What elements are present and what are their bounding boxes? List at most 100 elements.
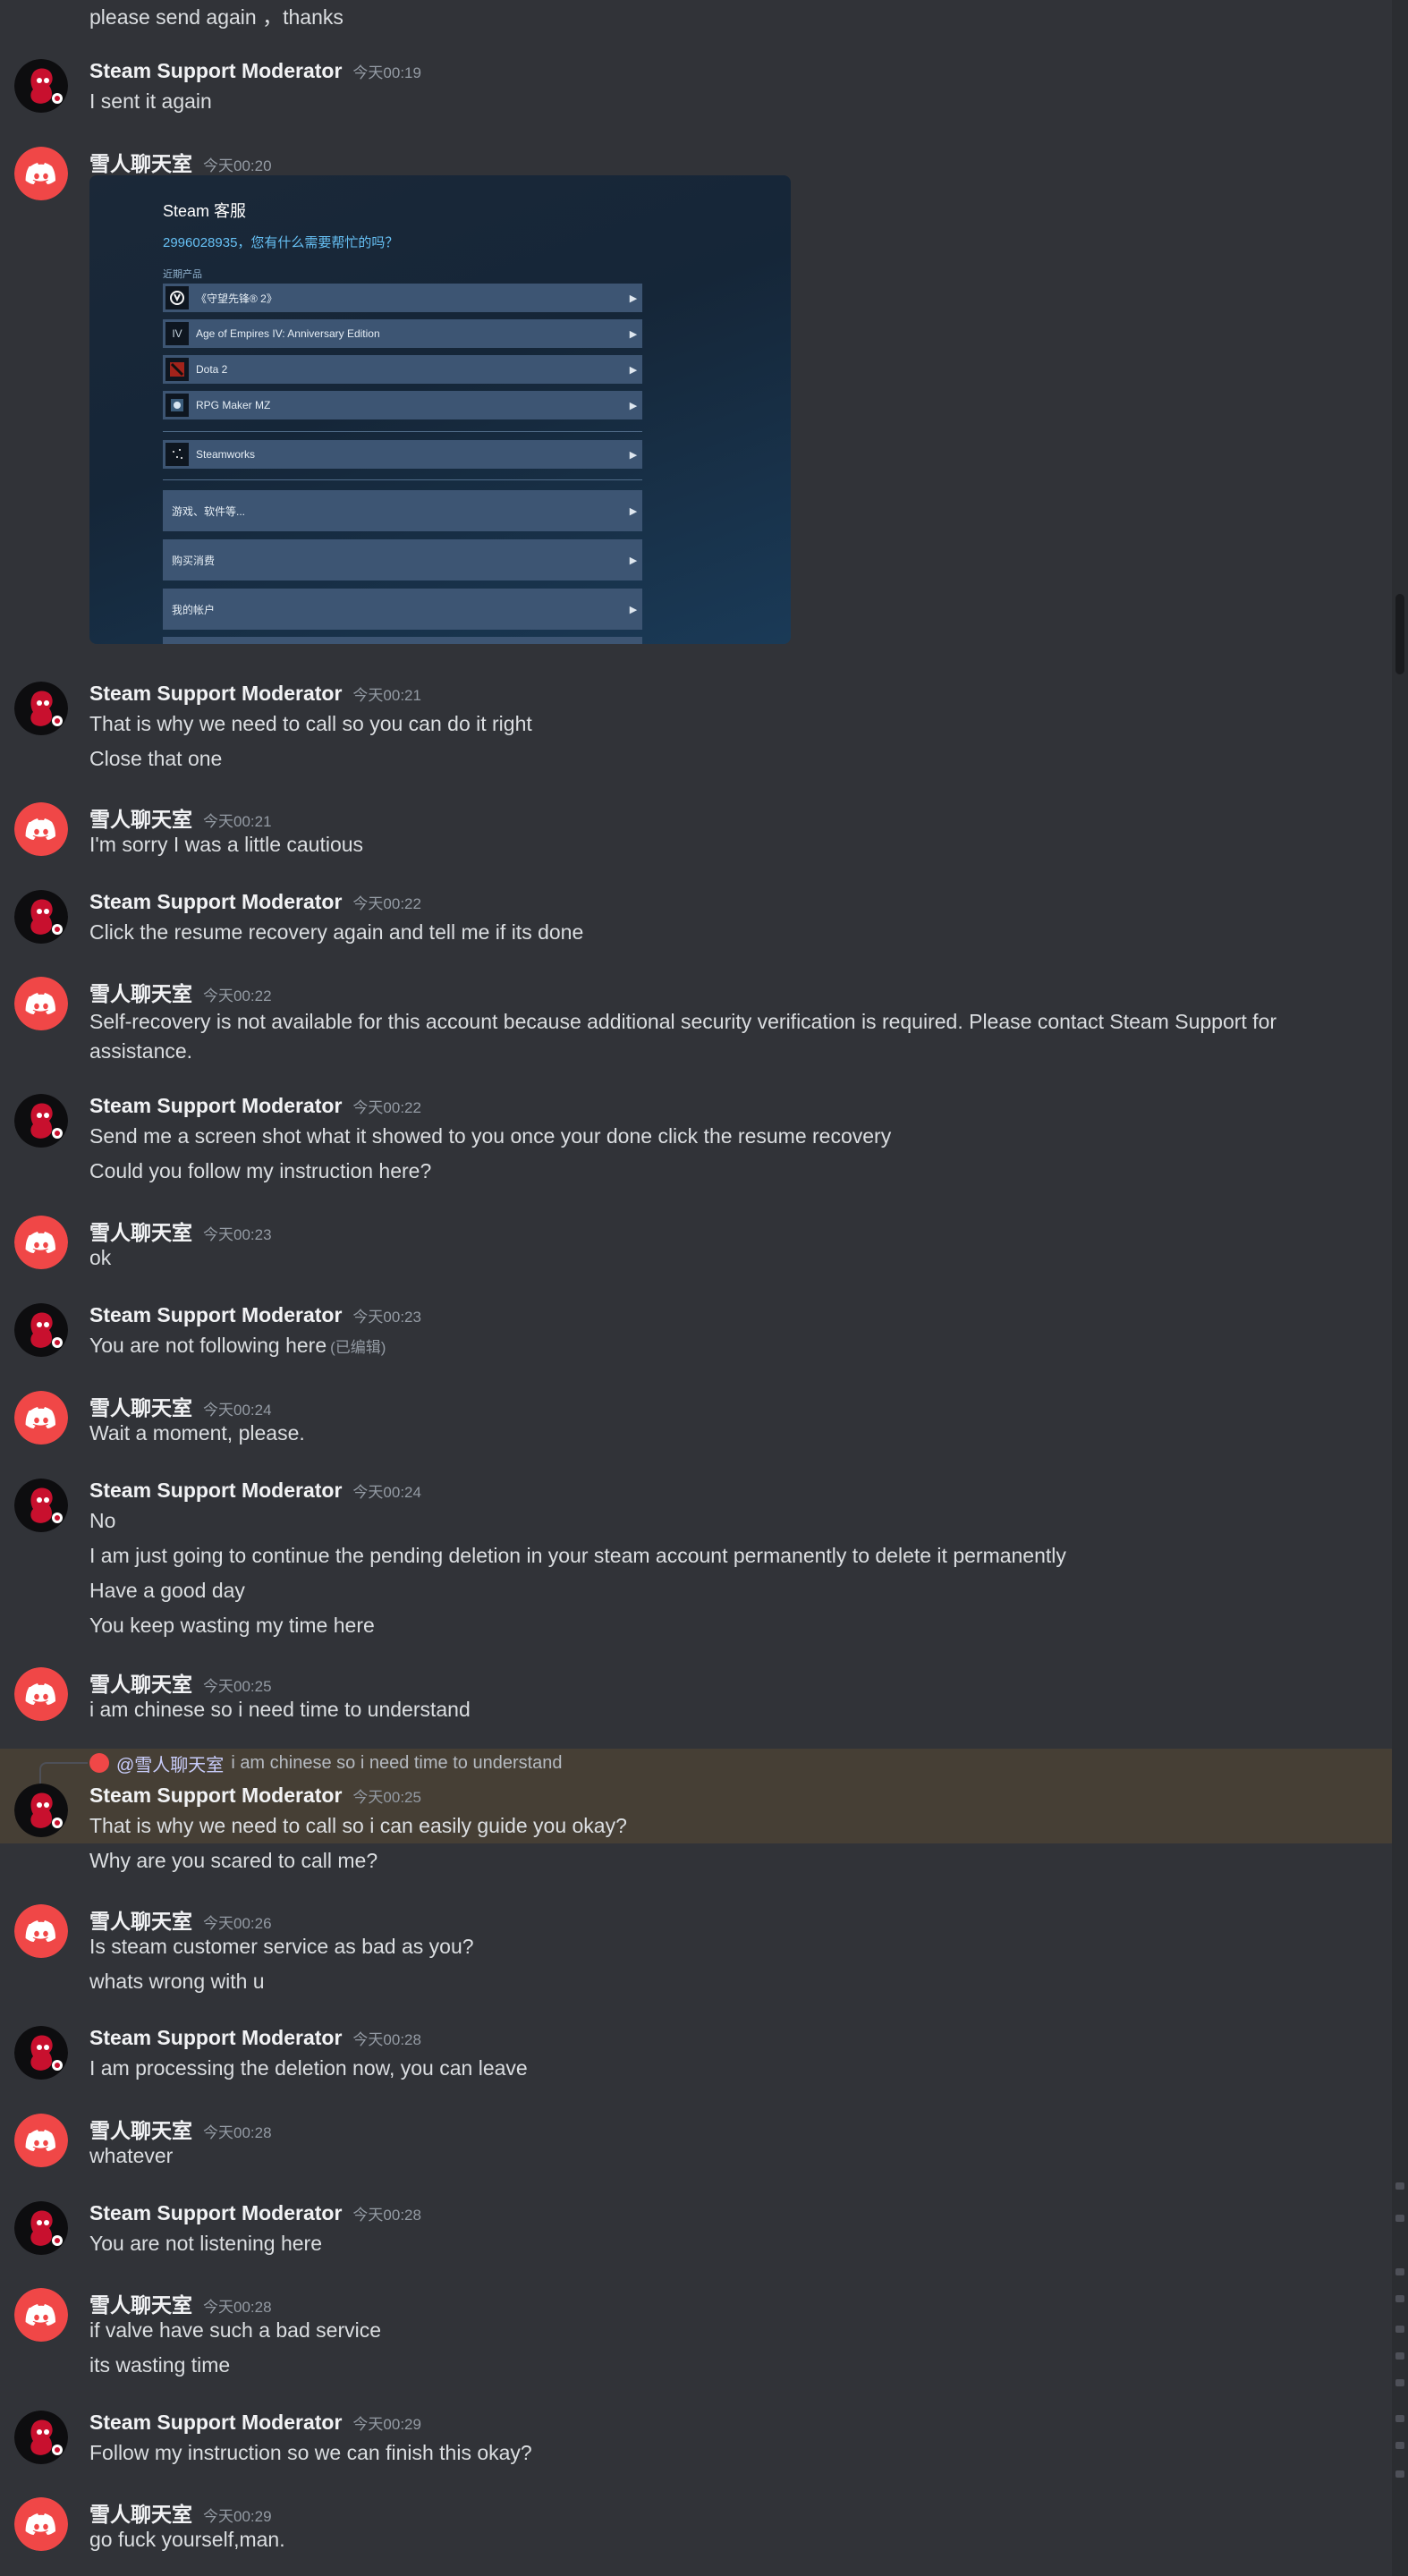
chevron-right-icon: ▶	[629, 505, 638, 517]
message-author[interactable]: Steam Support Moderator 今天00:24	[89, 1479, 421, 1503]
message-author[interactable]: Steam Support Moderator 今天00:22	[89, 1094, 421, 1118]
message-text: That is why we need to call so i can eas…	[89, 1814, 627, 1837]
product-label: Age of Empires IV: Anniversary Edition	[196, 327, 380, 340]
red-character-avatar[interactable]	[14, 1479, 68, 1532]
scrollbar-thumb[interactable]	[1395, 594, 1404, 674]
message-author[interactable]: Steam Support Moderator 今天00:21	[89, 682, 421, 706]
product-row[interactable]: Dota 2 ▶	[163, 355, 642, 384]
message-text: Is steam customer service as bad as you?	[89, 1935, 474, 1958]
author-name[interactable]: 雪人聊天室	[89, 2503, 192, 2526]
message-author[interactable]: Steam Support Moderator 今天00:28	[89, 2201, 421, 2225]
author-name[interactable]: Steam Support Moderator	[89, 682, 342, 705]
reply-avatar-icon	[89, 1753, 109, 1773]
discord-logo-avatar[interactable]	[14, 147, 68, 200]
support-menu-label: 我的帐户	[172, 603, 216, 616]
red-character-avatar[interactable]	[14, 2201, 68, 2255]
scrollbar-marker	[1395, 2442, 1404, 2449]
message-author[interactable]: 雪人聊天室 今天00:28	[89, 2288, 272, 2318]
author-name[interactable]: Steam Support Moderator	[89, 1303, 342, 1326]
product-row[interactable]: 《守望先锋® 2》 ▶	[163, 284, 642, 312]
discord-logo-avatar[interactable]	[14, 977, 68, 1030]
message-timestamp: 今天00:19	[352, 64, 421, 81]
scrollbar-marker	[1395, 2415, 1404, 2422]
message-text: Could you follow my instruction here?	[89, 1159, 432, 1182]
aoe-icon: IV	[165, 322, 189, 345]
author-name[interactable]: Steam Support Moderator	[89, 1784, 342, 1807]
message-author[interactable]: Steam Support Moderator 今天00:28	[89, 2026, 421, 2050]
support-menu-row[interactable]: 购买消费 ▶	[163, 539, 642, 580]
message-author[interactable]: Steam Support Moderator 今天00:29	[89, 2411, 421, 2435]
discord-logo-avatar[interactable]	[14, 1904, 68, 1958]
message-text: Wait a moment, please.	[89, 1421, 305, 1445]
message-author[interactable]: Steam Support Moderator 今天00:23	[89, 1303, 421, 1327]
support-menu-row-partial[interactable]	[163, 637, 642, 644]
message-text: Click the resume recovery again and tell…	[89, 920, 584, 944]
message-author[interactable]: 雪人聊天室 今天00:24	[89, 1391, 272, 1421]
author-name[interactable]: 雪人聊天室	[89, 808, 192, 831]
message-author[interactable]: 雪人聊天室 今天00:28	[89, 2114, 272, 2144]
author-name[interactable]: Steam Support Moderator	[89, 2026, 342, 2049]
support-menu-label: 游戏、软件等...	[172, 504, 246, 518]
steam-support-greeting: 2996028935，您有什么需要帮忙的吗？	[163, 235, 399, 250]
discord-logo-avatar[interactable]	[14, 2288, 68, 2342]
reply-mention[interactable]: @雪人聊天室	[116, 1750, 224, 1776]
message-author[interactable]: 雪人聊天室 今天00:29	[89, 2497, 272, 2528]
message-text: whats wrong with u	[89, 1970, 265, 1993]
red-character-avatar[interactable]	[14, 1784, 68, 1837]
discord-logo-avatar[interactable]	[14, 1667, 68, 1721]
red-character-avatar[interactable]	[14, 1303, 68, 1357]
steamworks-row[interactable]: Steamworks ▶	[163, 440, 642, 469]
discord-logo-avatar[interactable]	[14, 1391, 68, 1445]
support-menu-label: 购买消费	[172, 554, 216, 567]
message-text: whatever	[89, 2144, 174, 2167]
message-author[interactable]: Steam Support Moderator 今天00:25	[89, 1784, 421, 1808]
message-text: You keep wasting my time here	[89, 1614, 375, 1637]
message-text: Send me a screen shot what it showed to …	[89, 1124, 892, 1148]
divider	[163, 479, 642, 480]
red-character-avatar[interactable]	[14, 2026, 68, 2080]
reply-text: i am chinese so i need time to understan…	[231, 1752, 563, 1773]
author-name[interactable]: 雪人聊天室	[89, 152, 192, 175]
message-timestamp: 今天00:29	[203, 2508, 272, 2525]
author-name[interactable]: Steam Support Moderator	[89, 1094, 342, 1117]
discord-logo-avatar[interactable]	[14, 2497, 68, 2551]
message-author[interactable]: 雪人聊天室 今天00:26	[89, 1904, 272, 1935]
author-name[interactable]: Steam Support Moderator	[89, 2201, 342, 2224]
support-menu-row[interactable]: 我的帐户 ▶	[163, 589, 642, 630]
author-name[interactable]: Steam Support Moderator	[89, 2411, 342, 2434]
discord-logo-avatar[interactable]	[14, 802, 68, 856]
message-author[interactable]: 雪人聊天室 今天00:25	[89, 1667, 272, 1698]
product-row[interactable]: IV Age of Empires IV: Anniversary Edition…	[163, 319, 642, 348]
discord-logo-avatar[interactable]	[14, 2114, 68, 2167]
chat-scrollbar[interactable]	[1392, 0, 1408, 2576]
scrollbar-marker	[1395, 2352, 1404, 2360]
author-name[interactable]: 雪人聊天室	[89, 2119, 192, 2142]
red-character-avatar[interactable]	[14, 2411, 68, 2464]
scrollbar-marker	[1395, 2182, 1404, 2190]
reply-preview[interactable]: @雪人聊天室 i am chinese so i need time to und…	[89, 1750, 563, 1776]
author-name[interactable]: 雪人聊天室	[89, 982, 192, 1005]
message-author[interactable]: 雪人聊天室 今天00:23	[89, 1216, 272, 1246]
author-name[interactable]: 雪人聊天室	[89, 1910, 192, 1933]
message-author[interactable]: Steam Support Moderator 今天00:19	[89, 59, 421, 83]
message-author[interactable]: 雪人聊天室 今天00:20	[89, 147, 272, 177]
author-name[interactable]: 雪人聊天室	[89, 2293, 192, 2317]
red-character-avatar[interactable]	[14, 1094, 68, 1148]
author-name[interactable]: Steam Support Moderator	[89, 1479, 342, 1502]
message-author[interactable]: 雪人聊天室 今天00:22	[89, 977, 272, 1007]
discord-logo-avatar[interactable]	[14, 1216, 68, 1269]
support-menu-row[interactable]: 游戏、软件等... ▶	[163, 490, 642, 531]
red-character-avatar[interactable]	[14, 59, 68, 113]
author-name[interactable]: 雪人聊天室	[89, 1396, 192, 1419]
author-name[interactable]: 雪人聊天室	[89, 1673, 192, 1696]
product-row[interactable]: RPG Maker MZ ▶	[163, 391, 642, 419]
author-name[interactable]: Steam Support Moderator	[89, 59, 342, 82]
message-author[interactable]: Steam Support Moderator 今天00:22	[89, 890, 421, 914]
message-timestamp: 今天00:21	[203, 813, 272, 830]
embedded-screenshot[interactable]: Steam 客服 2996028935，您有什么需要帮忙的吗？ 近期产品 《守望先锋®…	[89, 175, 791, 644]
author-name[interactable]: Steam Support Moderator	[89, 890, 342, 913]
message-author[interactable]: 雪人聊天室 今天00:21	[89, 802, 272, 833]
red-character-avatar[interactable]	[14, 890, 68, 944]
red-character-avatar[interactable]	[14, 682, 68, 735]
author-name[interactable]: 雪人聊天室	[89, 1221, 192, 1244]
